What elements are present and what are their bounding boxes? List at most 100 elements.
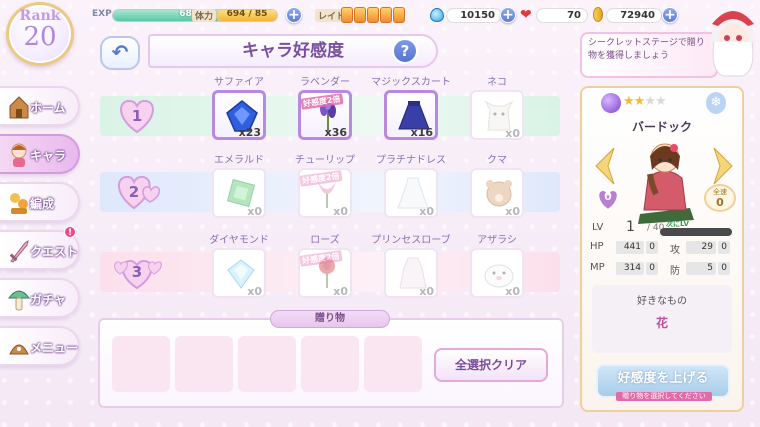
item-count: x0 <box>505 127 520 140</box>
rarity-stars: ★★★★ <box>623 94 667 109</box>
gift-item-rose[interactable]: 好感度2倍 x0 <box>298 248 352 298</box>
speed-value: 0 <box>716 196 724 209</box>
favorite-things-title: 好きなもの <box>637 296 687 307</box>
notice-text: シークレットステージで贈り物を獲得しましょう <box>588 38 705 61</box>
nav-item-character[interactable]: キャラ <box>0 134 80 174</box>
stat-row-mp: MP 314 0 防 5 0 <box>590 262 740 277</box>
stat-bonus: 0 <box>718 262 730 275</box>
stamina-label: 体力 <box>192 9 217 22</box>
nav-label-gacha: ガチャ <box>30 293 66 307</box>
nav-item-menu[interactable]: メニュー <box>0 326 80 366</box>
level-number: 3 <box>131 263 143 281</box>
stat-row-hp: HP 441 0 攻 29 0 <box>590 241 740 256</box>
mushroom-icon <box>8 290 30 311</box>
stamina-value: 694 / 85 <box>226 9 268 19</box>
stat-key: 防 <box>670 266 680 277</box>
nav-item-home[interactable]: ホーム <box>0 86 80 126</box>
left-wing-icon[interactable] <box>594 146 616 186</box>
select-all-clear-button[interactable]: 全選択クリア <box>434 348 548 382</box>
raid-ticket-icon <box>341 7 353 23</box>
secret-stage-notice[interactable]: シークレットステージで贈り物を獲得しましょう <box>580 32 718 78</box>
gem-count: 10150 <box>446 8 502 23</box>
level-label: LV <box>592 222 604 233</box>
exp-label: EXP <box>92 9 112 19</box>
star-empty-icon: ★ <box>654 94 667 109</box>
item-count: x0 <box>505 205 520 218</box>
item-name: ネコ <box>487 77 507 88</box>
gift-item-emerald[interactable]: x0 <box>212 168 266 218</box>
nav-item-formation[interactable]: 編成 <box>0 182 80 222</box>
item-name: プリンセスローブ <box>371 235 451 246</box>
gift-item-sapphire[interactable]: x23 <box>212 90 266 140</box>
stamina-plus-button[interactable]: + <box>286 7 302 23</box>
nav-label-home: ホーム <box>30 101 66 115</box>
item-name: プラチナドレス <box>376 155 446 166</box>
help-button[interactable]: ? <box>392 38 418 64</box>
character-name: バードック <box>631 120 692 134</box>
stat-value: 314 <box>616 262 644 275</box>
item-name: ローズ <box>310 235 340 246</box>
gift-slot[interactable] <box>238 336 296 392</box>
right-wing-icon[interactable] <box>712 146 734 186</box>
speed-badge: 全速 0 <box>704 184 736 212</box>
gem-plus-button[interactable]: + <box>500 7 516 23</box>
gift-item-cat[interactable]: x0 <box>470 90 524 140</box>
gift-item-seal[interactable]: x0 <box>470 248 524 298</box>
nav-item-quest[interactable]: クエスト ! <box>0 226 80 270</box>
raid-ticket-icon <box>367 7 379 23</box>
gift-slot[interactable] <box>175 336 233 392</box>
item-name: マジックスカート <box>371 77 451 88</box>
item-count: x16 <box>410 126 433 139</box>
raid-ticket-icon <box>380 7 392 23</box>
character-portrait <box>638 143 694 224</box>
heart-icon: ❤ <box>520 7 532 23</box>
item-name: クマ <box>487 155 507 166</box>
item-count: x0 <box>333 205 348 218</box>
level-number: 2 <box>128 183 140 201</box>
gift-item-skirt[interactable]: x16 <box>384 90 438 140</box>
nav-label-formation: 編成 <box>30 197 55 211</box>
item-name: ラベンダー <box>300 77 350 88</box>
item-name: チューリップ <box>295 155 355 166</box>
item-name: ダイヤモンド <box>209 235 269 246</box>
stat-key: MP <box>590 262 605 273</box>
gift-slot[interactable] <box>364 336 422 392</box>
stat-value: 441 <box>616 241 644 254</box>
item-count: x0 <box>419 205 434 218</box>
affection-level-value: 0 <box>604 190 612 203</box>
rank-value: 20 <box>23 22 57 52</box>
back-button[interactable]: ↶ <box>100 36 140 70</box>
gift-item-dress[interactable]: x0 <box>384 168 438 218</box>
nav-label-quest: クエスト <box>30 245 79 259</box>
nav-item-gacha[interactable]: ガチャ <box>0 278 80 318</box>
item-count: x36 <box>324 126 347 139</box>
item-count: x0 <box>333 285 348 298</box>
house-icon <box>9 96 29 119</box>
raise-affection-hint: 贈り物を選択してください <box>616 392 712 401</box>
gift-item-tulip[interactable]: 好感度2倍 x0 <box>298 168 352 218</box>
coin-plus-button[interactable]: + <box>662 7 678 23</box>
gift-item-diamond[interactable]: x0 <box>212 248 266 298</box>
item-name: エメラルド <box>214 155 264 166</box>
level-value: 1 <box>626 219 635 235</box>
item-count: x0 <box>247 285 262 298</box>
coin-icon <box>593 7 603 22</box>
gift-item-bear[interactable]: x0 <box>470 168 524 218</box>
gift-slot[interactable] <box>301 336 359 392</box>
snowflake-icon: ❄ <box>706 92 726 114</box>
moon-icon <box>601 93 621 113</box>
star-filled-icon: ★ <box>623 94 635 109</box>
gift-item-lavender[interactable]: 好感度2倍 x36 <box>298 90 352 140</box>
coin-count: 72940 <box>606 8 662 23</box>
affection-level-1: 1 <box>110 96 164 136</box>
star-empty-icon: ★ <box>644 94 656 109</box>
gift-item-robe[interactable]: x0 <box>384 248 438 298</box>
item-count: x0 <box>247 205 262 218</box>
raid-ticket-icon <box>354 7 366 23</box>
item-name: サファイア <box>214 77 264 88</box>
stat-value: 29 <box>686 241 716 254</box>
gift-slot[interactable] <box>112 336 170 392</box>
rank-badge: Rank 20 <box>6 2 74 66</box>
stat-bonus: 0 <box>646 262 658 275</box>
stat-bonus: 0 <box>718 241 730 254</box>
